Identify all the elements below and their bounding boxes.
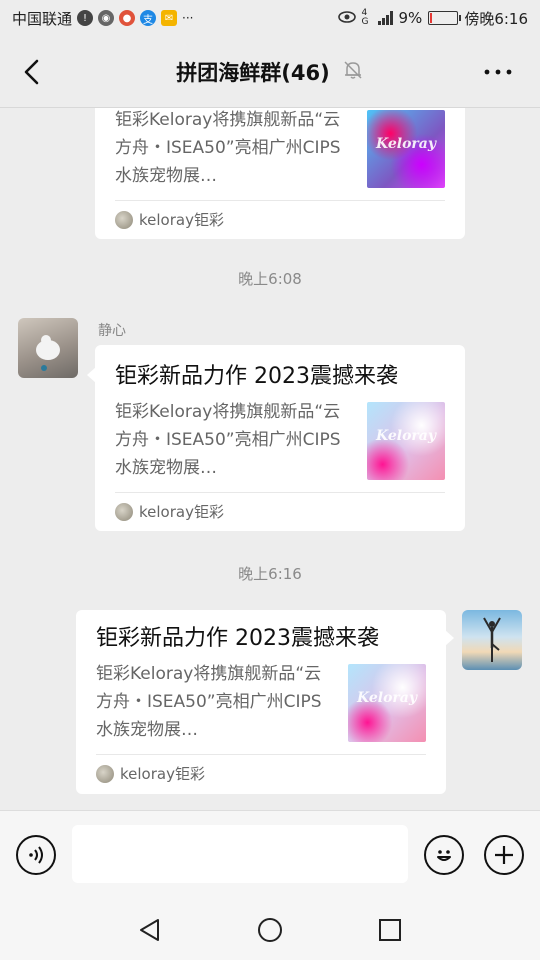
emoji-button[interactable] (424, 835, 464, 875)
card-footer: keloray钜彩 (115, 200, 445, 238)
carrier-label: 中国联通 (12, 9, 73, 28)
link-card[interactable]: 钜彩新品力作 2023震撼来袭 钜彩Keloray将携旗舰新品“云方舟・ISEA… (95, 345, 465, 531)
timestamp: 晚上6:16 (238, 565, 302, 583)
more-options-button[interactable] (480, 54, 516, 90)
card-body: 钜彩Keloray将携旗舰新品“云方舟・ISEA50”亮相广州CIPS水族宠物展… (96, 660, 426, 744)
status-left: 中国联通 ! ◉ ● 支 ✉ ··· (12, 8, 193, 29)
plus-icon (495, 846, 513, 864)
eye-icon (337, 9, 356, 27)
card-description: 钜彩Keloray将携旗舰新品“云方舟・ISEA50”亮相广州CIPS水族宠物展… (115, 110, 341, 186)
message-icon: ✉ (161, 10, 178, 26)
message-input[interactable] (72, 825, 408, 883)
more-notifications-icon: ··· (182, 11, 194, 25)
ellipsis-icon (484, 69, 512, 75)
nav-home-button[interactable] (254, 914, 286, 946)
card-description: 钜彩Keloray将携旗舰新品“云方舟・ISEA50”亮相广州CIPS水族宠物展… (115, 402, 341, 478)
network-label: 4G (361, 8, 369, 27)
battery-icon (428, 11, 462, 25)
thumbnail-brand: Keloray (356, 690, 417, 706)
chat-area[interactable]: 钜彩Keloray将携旗舰新品“云方舟・ISEA50”亮相广州CIPS水族宠物展… (0, 108, 540, 810)
source-logo-icon (96, 764, 114, 783)
circle-home-icon (258, 918, 282, 942)
card-title: 钜彩新品力作 2023震撼来袭 (96, 626, 379, 651)
card-thumbnail: Keloray (348, 664, 426, 742)
battery-percent: 9% (398, 9, 423, 27)
source-logo-icon (115, 502, 133, 521)
card-footer: keloray钜彩 (96, 754, 426, 792)
card-thumbnail: Keloray (367, 110, 445, 188)
avatar[interactable] (18, 318, 78, 378)
emoji-icon (437, 850, 451, 861)
link-card[interactable]: 钜彩新品力作 2023震撼来袭 钜彩Keloray将携旗舰新品“云方舟・ISEA… (76, 610, 446, 794)
timestamp: 晚上6:08 (238, 270, 302, 288)
card-description: 钜彩Keloray将携旗舰新品“云方舟・ISEA50”亮相广州CIPS水族宠物展… (96, 664, 322, 740)
chat-header: 拼团海鲜群(46) (0, 36, 540, 108)
card-source: keloray钜彩 (139, 211, 224, 229)
triangle-back-icon (140, 919, 159, 941)
card-source: keloray钜彩 (120, 765, 205, 783)
battery-level (430, 13, 433, 23)
alipay-icon: 支 (140, 10, 157, 26)
title-group: 拼团海鲜群(46) (176, 57, 363, 87)
card-body: 钜彩Keloray将携旗舰新品“云方舟・ISEA50”亮相广州CIPS水族宠物展… (115, 108, 445, 190)
nav-recents-button[interactable] (374, 914, 406, 946)
add-button[interactable] (484, 835, 524, 875)
voice-button[interactable] (16, 835, 56, 875)
clock: 傍晚6:16 (464, 9, 528, 28)
sender-name: 静心 (98, 323, 126, 339)
signal-icon (377, 11, 393, 25)
status-bar: 中国联通 ! ◉ ● 支 ✉ ··· 4G 9% 傍晚6:16 (0, 0, 540, 36)
status-right: 4G 9% 傍晚6:16 (337, 8, 528, 29)
thumbnail-brand: Keloray (375, 428, 436, 444)
input-bar (0, 810, 540, 900)
mute-bell-icon (342, 59, 364, 85)
card-title: 钜彩新品力作 2023震撼来袭 (115, 364, 398, 389)
chevron-left-icon (24, 59, 39, 85)
square-recents-icon (379, 919, 401, 941)
voice-icon (29, 846, 43, 864)
chat-title: 拼团海鲜群(46) (176, 60, 330, 85)
system-navigation (0, 900, 540, 960)
card-thumbnail: Keloray (367, 402, 445, 480)
link-card[interactable]: 钜彩Keloray将携旗舰新品“云方舟・ISEA50”亮相广州CIPS水族宠物展… (95, 108, 465, 239)
source-logo-icon (115, 210, 133, 229)
shield-icon: ! (77, 10, 94, 26)
weibo-icon: ● (119, 10, 136, 26)
nav-back-button[interactable] (134, 914, 166, 946)
app-icon: ◉ (98, 10, 115, 26)
card-body: 钜彩Keloray将携旗舰新品“云方舟・ISEA50”亮相广州CIPS水族宠物展… (115, 398, 445, 482)
card-footer: keloray钜彩 (115, 492, 445, 530)
back-button[interactable] (14, 54, 50, 90)
bubble-tail (445, 630, 454, 646)
avatar[interactable] (462, 610, 522, 670)
thumbnail-brand: Keloray (375, 136, 436, 152)
avatar-picture-icon (36, 335, 60, 371)
avatar-picture-icon (483, 617, 501, 662)
card-source: keloray钜彩 (139, 503, 224, 521)
